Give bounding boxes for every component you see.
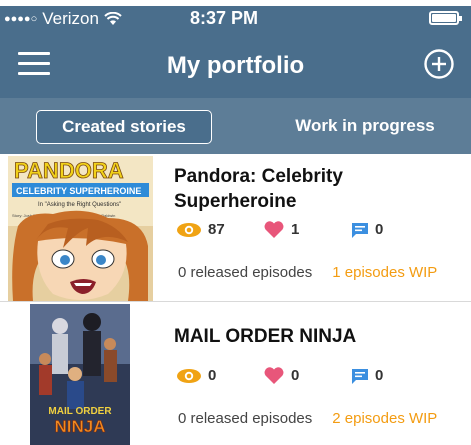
comments-stat: 0 — [351, 367, 383, 385]
released-episodes: 0 released episodes — [178, 264, 313, 281]
heart-icon — [264, 367, 284, 384]
comment-icon — [352, 222, 368, 238]
episode-info: 0 released episodes 2 episodes WIP — [178, 410, 437, 427]
tab-work-in-progress[interactable]: Work in progress — [270, 110, 460, 144]
heart-icon — [264, 221, 284, 238]
comments-stat: 0 — [351, 221, 383, 239]
views-stat: 0 — [176, 367, 263, 384]
wifi-icon — [104, 12, 122, 25]
battery-icon — [429, 11, 462, 25]
likes-count: 1 — [291, 221, 300, 238]
episode-info: 0 released episodes 1 episodes WIP — [178, 264, 437, 281]
likes-stat: 0 — [263, 366, 351, 385]
page-title: My portfolio — [166, 52, 305, 79]
cover-title-line2: NINJA — [54, 417, 105, 436]
status-time: 8:37 PM — [190, 8, 259, 28]
cover-title-line2: CELEBRITY SUPERHEROINE — [16, 186, 141, 196]
cover-subtitle: In "Asking the Right Questions" — [38, 202, 121, 208]
released-episodes: 0 released episodes — [178, 410, 313, 427]
story-stats: 0 0 0 — [176, 366, 383, 385]
comments-count: 0 — [375, 367, 384, 384]
wip-episodes[interactable]: 2 episodes WIP — [332, 410, 437, 427]
cover-title-line1: MAIL ORDER — [48, 406, 112, 417]
list-item[interactable]: MAIL ORDER NINJA MAIL ORDER NINJA 0 0 0 … — [0, 302, 471, 445]
story-title[interactable]: MAIL ORDER NINJA — [174, 324, 454, 349]
list-item[interactable]: PANDORA CELEBRITY SUPERHEROINE In "Askin… — [0, 154, 471, 301]
signal-strength-icon: ●●●●○ — [4, 13, 38, 25]
story-stats: 87 1 0 — [176, 220, 383, 239]
eye-icon — [177, 222, 201, 237]
comment-icon — [352, 368, 368, 384]
views-count: 87 — [208, 221, 225, 238]
story-cover-image[interactable]: MAIL ORDER NINJA — [30, 304, 130, 445]
story-cover-image[interactable]: PANDORA CELEBRITY SUPERHEROINE In "Askin… — [8, 156, 153, 301]
eye-icon — [177, 368, 201, 383]
cover-title-line1: PANDORA — [14, 158, 124, 183]
story-title[interactable]: Pandora: Celebrity Superheroine — [174, 164, 454, 214]
comments-count: 0 — [375, 221, 384, 238]
nav-bar: My portfolio — [0, 30, 471, 98]
views-count: 0 — [208, 367, 217, 384]
tab-created-stories[interactable]: Created stories — [36, 110, 212, 144]
tab-bar: Created stories Work in progress — [0, 98, 471, 154]
views-stat: 87 — [176, 221, 263, 238]
likes-count: 0 — [291, 367, 300, 384]
carrier-name: Verizon — [42, 9, 99, 28]
wip-episodes[interactable]: 1 episodes WIP — [332, 264, 437, 281]
plus-circle-icon[interactable] — [423, 48, 455, 80]
status-left: ●●●●○ Verizon — [4, 9, 122, 29]
likes-stat: 1 — [263, 220, 351, 239]
status-bar: ●●●●○ Verizon 8:37 PM — [0, 6, 471, 30]
